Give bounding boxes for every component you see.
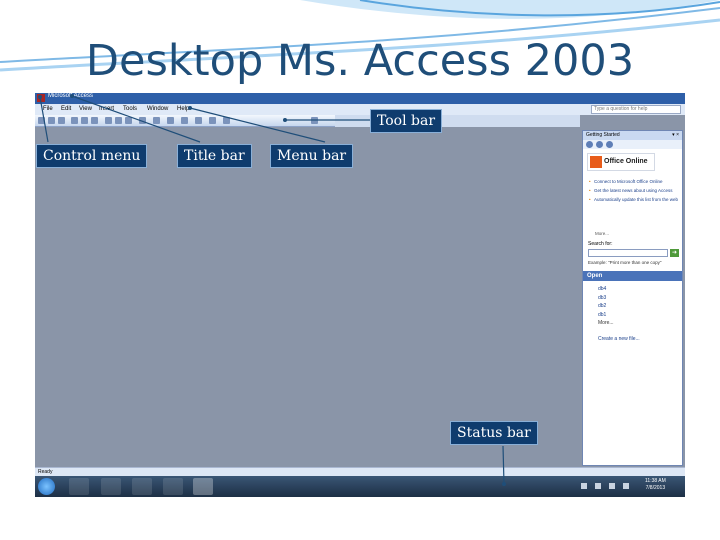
access-taskbar-icon[interactable]: [193, 478, 213, 495]
paste-icon[interactable]: [125, 117, 132, 124]
new-icon[interactable]: [38, 117, 45, 124]
search-go-icon[interactable]: ➜: [670, 249, 679, 257]
forward-icon[interactable]: [596, 141, 603, 148]
menu-bar: File Edit View Insert Tools Window Help …: [35, 104, 685, 115]
clock-date: 7/8/2013: [645, 485, 666, 491]
office-taskbar-icon[interactable]: [163, 478, 183, 495]
menu-help[interactable]: Help: [177, 106, 189, 112]
open-section-header: Open: [583, 271, 682, 281]
open-file-item[interactable]: db3: [598, 294, 614, 303]
explorer-taskbar-icon[interactable]: [69, 478, 89, 495]
cut-icon[interactable]: [105, 117, 112, 124]
toolbar: [35, 115, 335, 127]
task-pane-more-link[interactable]: More...: [595, 231, 609, 236]
create-new-file-link[interactable]: Create a new file...: [598, 336, 640, 342]
link-connect-office-online[interactable]: Connect to Microsoft Office Online: [589, 179, 681, 185]
menu-edit[interactable]: Edit: [61, 106, 71, 112]
undo-icon[interactable]: [139, 117, 146, 124]
task-pane-title: Getting Started: [586, 132, 620, 138]
toolbar-options-icon[interactable]: [311, 117, 318, 124]
callout-tool-bar: Tool bar: [370, 109, 443, 133]
spelling-icon[interactable]: [91, 117, 98, 124]
print-icon[interactable]: [71, 117, 78, 124]
callout-menu-bar: Menu bar: [270, 144, 354, 168]
analyze-icon[interactable]: [153, 117, 160, 124]
link-latest-news[interactable]: Get the latest news about using Access: [589, 188, 681, 194]
menu-tools[interactable]: Tools: [123, 106, 137, 112]
open-file-item[interactable]: db2: [598, 302, 614, 311]
task-pane-header: Getting Started ▾ ×: [583, 131, 682, 140]
callout-title-bar: Title bar: [177, 144, 252, 168]
status-text: Ready: [38, 469, 53, 475]
callout-status-bar: Status bar: [450, 421, 538, 445]
task-pane-nav: [583, 140, 682, 149]
open-icon[interactable]: [48, 117, 55, 124]
open-file-item[interactable]: db4: [598, 285, 614, 294]
media-player-taskbar-icon[interactable]: [132, 478, 152, 495]
new-object-icon[interactable]: [209, 117, 216, 124]
task-pane: Getting Started ▾ × Office Online Connec…: [582, 130, 683, 466]
tray-flag-icon[interactable]: [581, 483, 587, 489]
menu-window[interactable]: Window: [147, 106, 168, 112]
office-logo-text: Office Online: [604, 158, 648, 165]
task-pane-links: Connect to Microsoft Office Online Get t…: [589, 179, 681, 206]
help-icon[interactable]: [223, 117, 230, 124]
open-more-link[interactable]: More...: [598, 319, 614, 328]
code-icon[interactable]: [167, 117, 174, 124]
taskbar-clock[interactable]: 11:38 AM 7/8/2013: [645, 478, 666, 492]
home-icon[interactable]: [606, 141, 613, 148]
window-title: Microsoft Access: [48, 93, 94, 99]
relationships-icon[interactable]: [195, 117, 202, 124]
menu-view[interactable]: View: [79, 106, 92, 112]
workspace-area: [35, 127, 580, 467]
tray-volume-icon[interactable]: [623, 483, 629, 489]
start-button-icon[interactable]: [38, 478, 55, 495]
tray-network-icon[interactable]: [609, 483, 615, 489]
clock-time: 11:38 AM: [645, 478, 666, 484]
menu-insert[interactable]: Insert: [99, 106, 114, 112]
slide-title: Desktop Ms. Access 2003: [85, 36, 635, 86]
windows-taskbar: 11:38 AM 7/8/2013: [35, 476, 685, 497]
office-online-logo[interactable]: Office Online: [587, 153, 655, 171]
task-pane-close-icon[interactable]: ▾ ×: [672, 131, 679, 140]
preview-icon[interactable]: [81, 117, 88, 124]
callout-control-menu: Control menu: [36, 144, 148, 168]
back-icon[interactable]: [586, 141, 593, 148]
title-bar[interactable]: Microsoft Access: [35, 93, 685, 104]
ie-taskbar-icon[interactable]: [101, 478, 121, 495]
copy-icon[interactable]: [115, 117, 122, 124]
save-icon[interactable]: [58, 117, 65, 124]
access-app-icon[interactable]: [37, 94, 45, 102]
open-file-list: db4 db3 db2 db1 More...: [598, 285, 614, 328]
open-file-item[interactable]: db1: [598, 311, 614, 320]
tray-battery-icon[interactable]: [595, 483, 601, 489]
search-label: Search for:: [588, 241, 613, 247]
menu-file[interactable]: File: [43, 106, 53, 112]
office-logo-icon: [590, 156, 602, 168]
search-example: Example: "Print more than one copy": [588, 260, 662, 265]
link-auto-update[interactable]: Automatically update this list from the …: [589, 197, 681, 203]
search-input[interactable]: [588, 249, 668, 257]
help-question-input[interactable]: Type a question for help: [591, 105, 681, 114]
status-bar: Ready: [35, 467, 685, 476]
properties-icon[interactable]: [181, 117, 188, 124]
